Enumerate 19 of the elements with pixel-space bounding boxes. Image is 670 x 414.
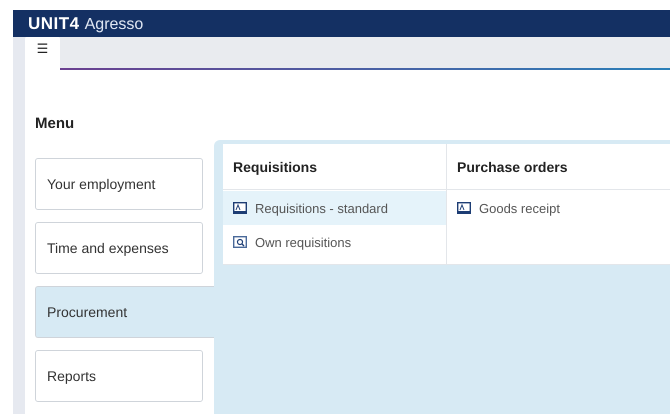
logo: UNIT4 (28, 14, 80, 34)
window-icon (233, 202, 247, 214)
item-label: Requisitions - standard (255, 200, 388, 216)
item-label: Goods receipt (479, 200, 560, 216)
menu-heading: Menu (35, 115, 76, 133)
product-name: Agresso (84, 16, 144, 34)
menu-item[interactable]: Procurement (35, 286, 214, 338)
menu-tab[interactable]: ☰ (25, 37, 60, 70)
menu-item[interactable]: Reports (35, 350, 203, 402)
menu-item[interactable]: Time and expenses (35, 222, 203, 274)
column-heading: Requisitions (223, 144, 446, 190)
submenu-item[interactable]: Requisitions - standard (223, 191, 446, 225)
menu-item[interactable]: Your employment (35, 158, 203, 210)
column-heading: Purchase orders (447, 144, 670, 190)
window-icon (457, 202, 471, 214)
submenu-item[interactable]: Goods receipt (447, 191, 670, 225)
submenu-item[interactable]: Own requisitions (223, 225, 446, 259)
search-icon (233, 236, 247, 248)
item-label: Own requisitions (255, 234, 352, 250)
